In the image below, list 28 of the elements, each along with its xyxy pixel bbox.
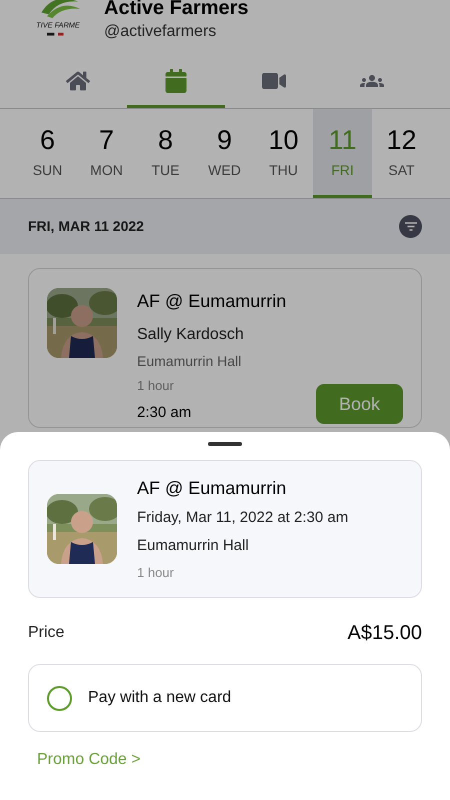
class-duration: 1 hour: [137, 564, 175, 582]
instructor-name: Sally Kardosch: [137, 325, 245, 345]
filter-icon: [404, 222, 416, 231]
date-heading: FRI, MAR 11 2022: [28, 217, 144, 236]
class-title: AF @ Eumamurrin: [137, 477, 288, 500]
drag-handle[interactable]: [208, 442, 242, 446]
day-tab[interactable]: 12 SAT: [372, 109, 431, 198]
class-time: 2:30 am: [137, 402, 192, 422]
day-tab[interactable]: 9 WED: [195, 109, 254, 198]
price-label: Price: [28, 623, 64, 643]
price-value: A$15.00: [347, 621, 422, 646]
day-tab[interactable]: 7 MON: [77, 109, 136, 198]
class-location: Eumamurrin Hall: [137, 536, 250, 556]
home-icon: [66, 68, 90, 92]
class-datetime: Friday, Mar 11, 2022 at 2:30 am: [137, 508, 348, 528]
payment-label: Pay with a new card: [88, 688, 232, 708]
day-tab[interactable]: 10 THU: [254, 109, 313, 198]
profile-handle: @activefarmers: [104, 22, 218, 42]
day-tab[interactable]: 8 TUE: [136, 109, 195, 198]
radio-button[interactable]: [47, 686, 72, 710]
calendar-icon: [164, 68, 188, 92]
class-duration: 1 hour: [137, 377, 175, 395]
payment-option[interactable]: Pay with a new card: [28, 664, 422, 732]
class-location: Eumamurrin Hall: [137, 352, 242, 371]
logo-drawing: TIVE FARME: [28, 0, 88, 42]
class-title: AF @ Eumamurrin: [137, 290, 288, 313]
day-tab[interactable]: 6 SUN: [18, 109, 77, 198]
filter-button[interactable]: [399, 215, 422, 238]
